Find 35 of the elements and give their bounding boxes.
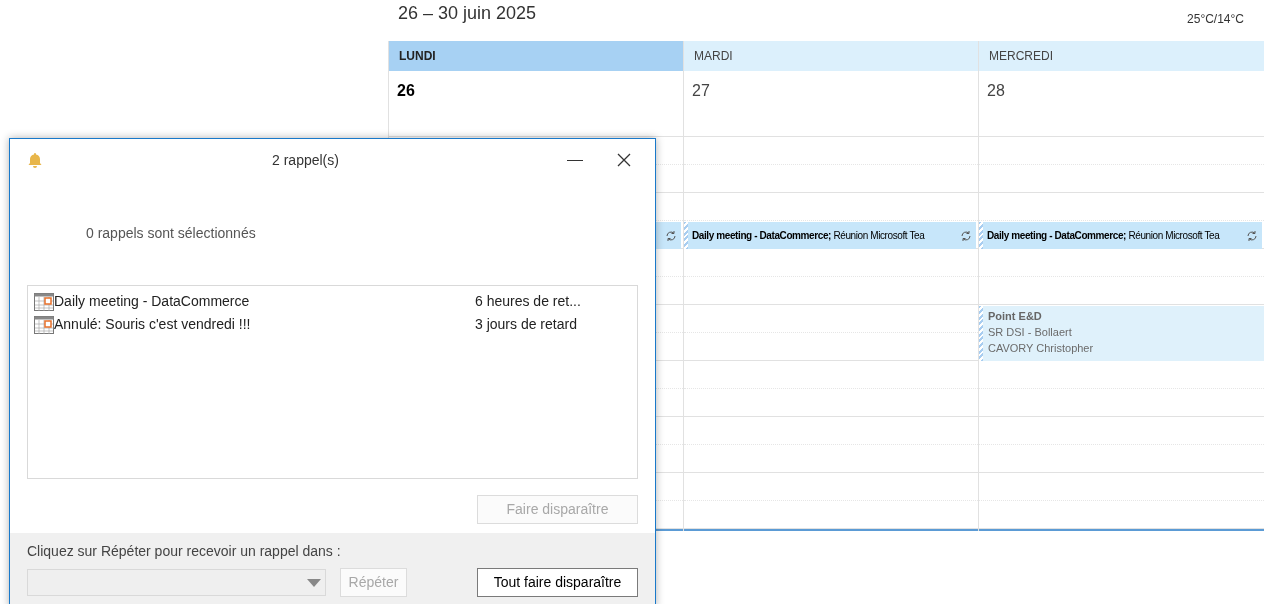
reminder-due: 6 heures de ret... xyxy=(475,292,582,311)
day-number: 27 xyxy=(692,82,710,99)
reminder-subject: Annulé: Souris c'est vendredi !!! xyxy=(54,315,252,334)
reminder-item[interactable]: Annulé: Souris c'est vendredi !!! 3 jours de retard xyxy=(34,313,607,336)
calendar-icon xyxy=(34,315,54,334)
reminder-item[interactable]: Daily meeting - DataCommerce 6 heures de ret... xyxy=(34,290,607,313)
day-header[interactable]: MERCREDI xyxy=(979,41,1264,71)
day-number: 26 xyxy=(397,82,415,99)
bell-icon xyxy=(26,151,44,169)
day-number: 28 xyxy=(987,82,1005,99)
day-header[interactable]: LUNDI xyxy=(389,41,683,71)
reminder-due: 3 jours de retard xyxy=(475,315,578,334)
dropdown-arrow-icon xyxy=(307,578,321,587)
calendar-event[interactable]: Daily meeting - DataCommerce; Réunion Microsoft Tea xyxy=(684,222,976,249)
event-title: Daily meeting - DataCommerce; Réunion Microsoft Tea xyxy=(986,229,1221,243)
event-title: Daily meeting - DataCommerce; Réunion Microsoft Tea xyxy=(691,229,926,243)
reminder-subject: Daily meeting - DataCommerce xyxy=(54,292,251,311)
minimize-icon[interactable] xyxy=(567,159,583,161)
calendar-event[interactable]: Point E&D SR DSI - Bollaert CAVORY Christopher xyxy=(979,306,1264,361)
recurrence-icon xyxy=(665,229,677,242)
event-detail: SR DSI - Bollaert xyxy=(988,325,1073,340)
date-range: 26 – 30 juin 2025 xyxy=(397,2,537,24)
weather-text: 25°C/14°C xyxy=(1187,11,1244,28)
day-header[interactable]: MARDI xyxy=(684,41,978,71)
recurrence-icon xyxy=(960,229,972,242)
recurrence-icon xyxy=(1246,229,1258,242)
selection-status: 0 rappels sont sélectionnés xyxy=(86,223,256,243)
dialog-title: 2 rappel(s) xyxy=(271,150,340,170)
snooze-prompt: Cliquez sur Répéter pour recevoir un rappel dans : xyxy=(27,542,342,561)
calendar-icon xyxy=(34,292,54,311)
close-icon[interactable] xyxy=(617,153,631,167)
dialog-button[interactable]: Tout faire disparaître xyxy=(477,568,638,597)
event-detail: CAVORY Christopher xyxy=(988,341,1094,356)
event-title: Point E&D xyxy=(988,309,1043,324)
calendar-event[interactable]: Daily meeting - DataCommerce; Réunion Microsoft Tea xyxy=(979,222,1262,249)
